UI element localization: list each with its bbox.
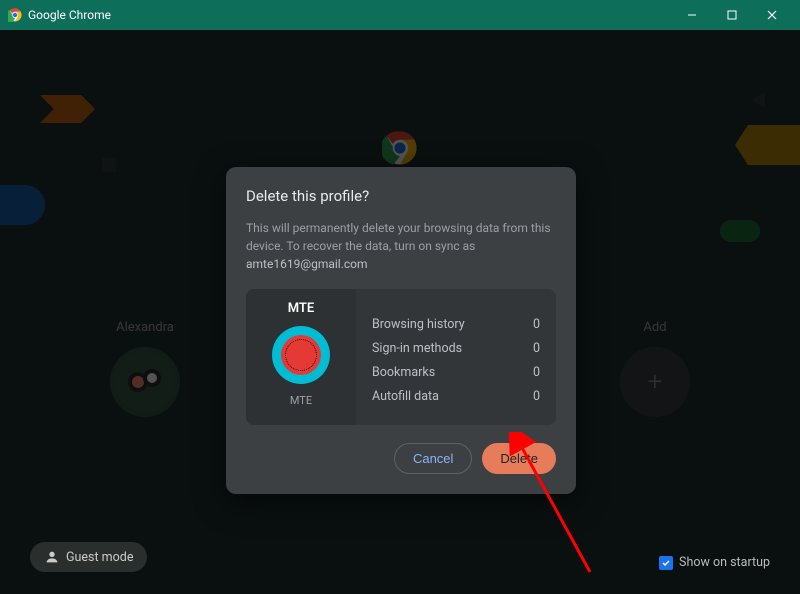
stat-row: Bookmarks0 xyxy=(372,365,540,380)
profile-subtitle: MTE xyxy=(254,394,348,407)
cancel-button[interactable]: Cancel xyxy=(394,443,472,474)
stat-row: Browsing history0 xyxy=(372,317,540,332)
profile-name: MTE xyxy=(254,301,348,316)
maximize-button[interactable] xyxy=(712,0,752,30)
avatar xyxy=(272,326,330,384)
show-on-startup-checkbox[interactable]: Show on startup xyxy=(659,555,770,570)
stat-row: Sign-in methods0 xyxy=(372,341,540,356)
profile-stats: Browsing history0 Sign-in methods0 Bookm… xyxy=(356,289,556,425)
delete-profile-dialog: Delete this profile? This will permanent… xyxy=(226,167,576,494)
titlebar: Google Chrome xyxy=(0,0,800,30)
show-on-startup-label: Show on startup xyxy=(679,555,770,570)
guest-mode-label: Guest mode xyxy=(66,550,133,565)
person-icon xyxy=(44,549,60,565)
window-title: Google Chrome xyxy=(28,8,111,22)
stat-row: Autofill data0 xyxy=(372,389,540,404)
checkbox-icon xyxy=(659,556,673,570)
guest-mode-button[interactable]: Guest mode xyxy=(30,542,147,572)
profile-summary-left: MTE MTE xyxy=(246,289,356,425)
dialog-title: Delete this profile? xyxy=(246,187,556,205)
sync-email: amte1619@gmail.com xyxy=(246,257,368,271)
profile-summary-box: MTE MTE Browsing history0 Sign-in method… xyxy=(246,289,556,425)
minimize-button[interactable] xyxy=(672,0,712,30)
close-button[interactable] xyxy=(752,0,792,30)
delete-button[interactable]: Delete xyxy=(482,443,556,474)
dialog-description: This will permanently delete your browsi… xyxy=(246,219,556,273)
chrome-icon xyxy=(8,8,22,22)
